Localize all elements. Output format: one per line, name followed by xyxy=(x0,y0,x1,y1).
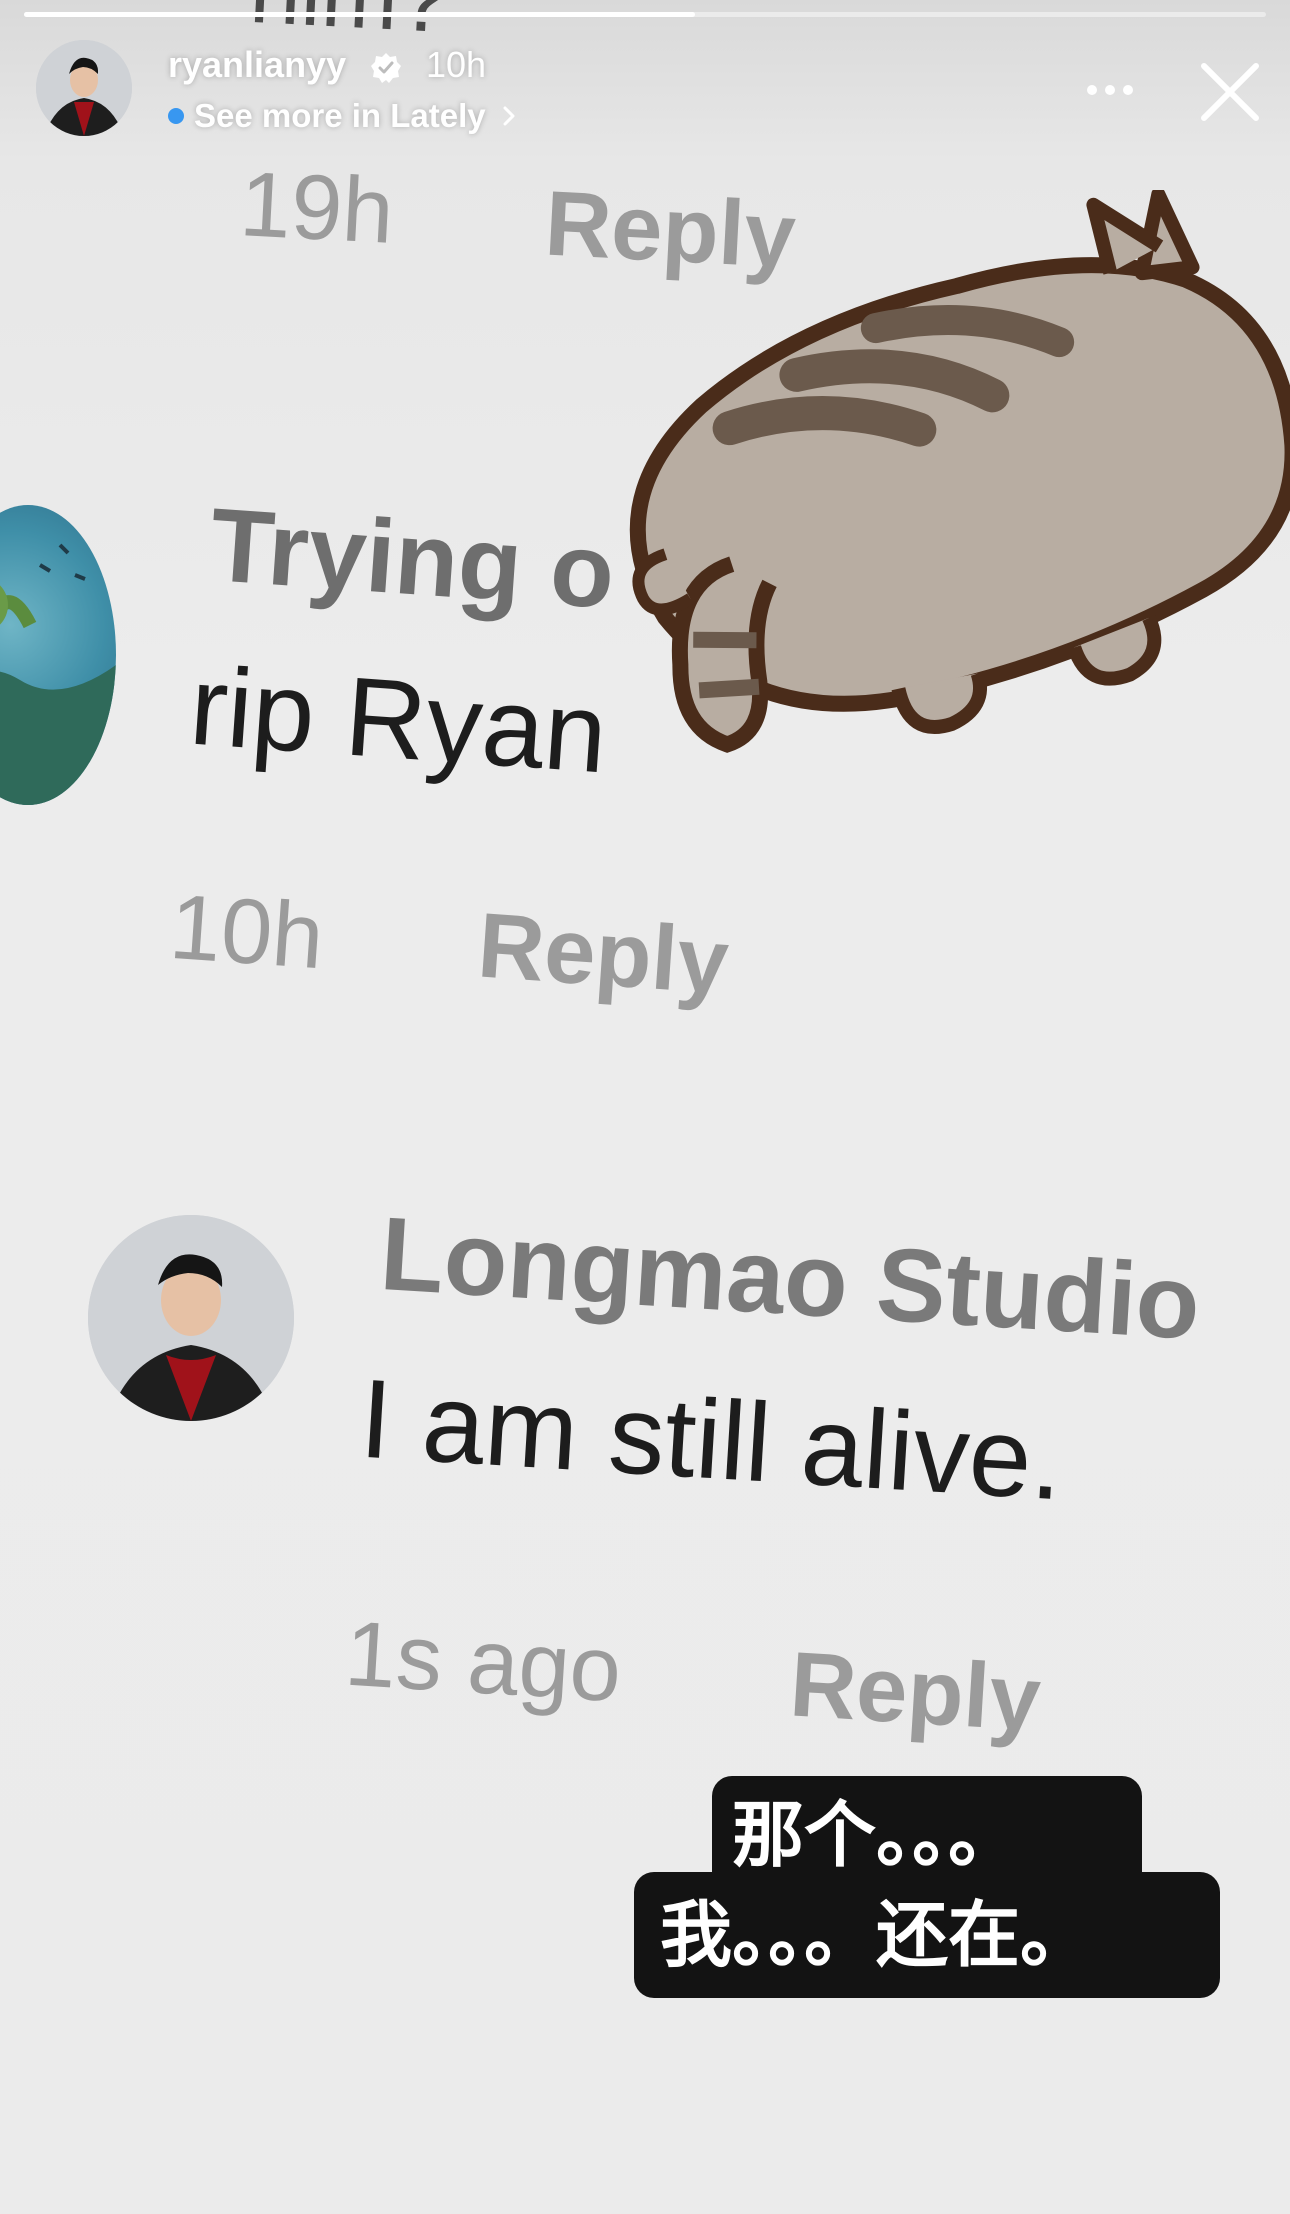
comment-time-2: 1s ago xyxy=(342,1602,625,1722)
story-timestamp: 10h xyxy=(426,44,487,85)
commenter-avatar-ocean xyxy=(0,505,116,805)
comment-reply-link-1: Reply xyxy=(474,894,732,1014)
story-progress-fill xyxy=(24,12,695,17)
story-progress-bar xyxy=(24,12,1266,17)
see-more-lately-link[interactable]: See more in Lately xyxy=(168,94,516,138)
story-viewer[interactable]: him? 19h Reply Trying o rip Ryan 10h Rep… xyxy=(0,0,1290,2214)
close-icon xyxy=(1201,63,1259,121)
first-comment-time: 19h xyxy=(237,153,397,263)
profile-avatar[interactable] xyxy=(36,40,132,136)
new-dot-icon xyxy=(168,108,184,124)
caption-line-1: 那个。。。 xyxy=(712,1776,1142,1894)
username[interactable]: ryanlianyy xyxy=(168,44,346,86)
cat-sticker[interactable] xyxy=(600,190,1290,790)
caption-line-2: 我。。。还在。 xyxy=(634,1872,1220,1998)
commenter-avatar-longmao xyxy=(88,1215,294,1421)
chevron-right-icon xyxy=(503,106,515,126)
comment-reply-link-2: Reply xyxy=(787,1633,1044,1751)
comment-text-2: I am still alive. xyxy=(356,1355,1067,1524)
comment-text-1: rip Ryan xyxy=(186,642,611,797)
close-button[interactable] xyxy=(1196,58,1264,126)
commenter-name-1: Trying o xyxy=(206,487,619,631)
more-options-button[interactable] xyxy=(1080,70,1140,110)
comment-time-1: 10h xyxy=(166,875,327,989)
verified-badge-icon xyxy=(371,53,401,83)
ellipsis-icon xyxy=(1087,85,1133,95)
commenter-name-2: Longmao Studio xyxy=(377,1196,1204,1362)
lately-link-label: See more in Lately xyxy=(194,97,486,134)
